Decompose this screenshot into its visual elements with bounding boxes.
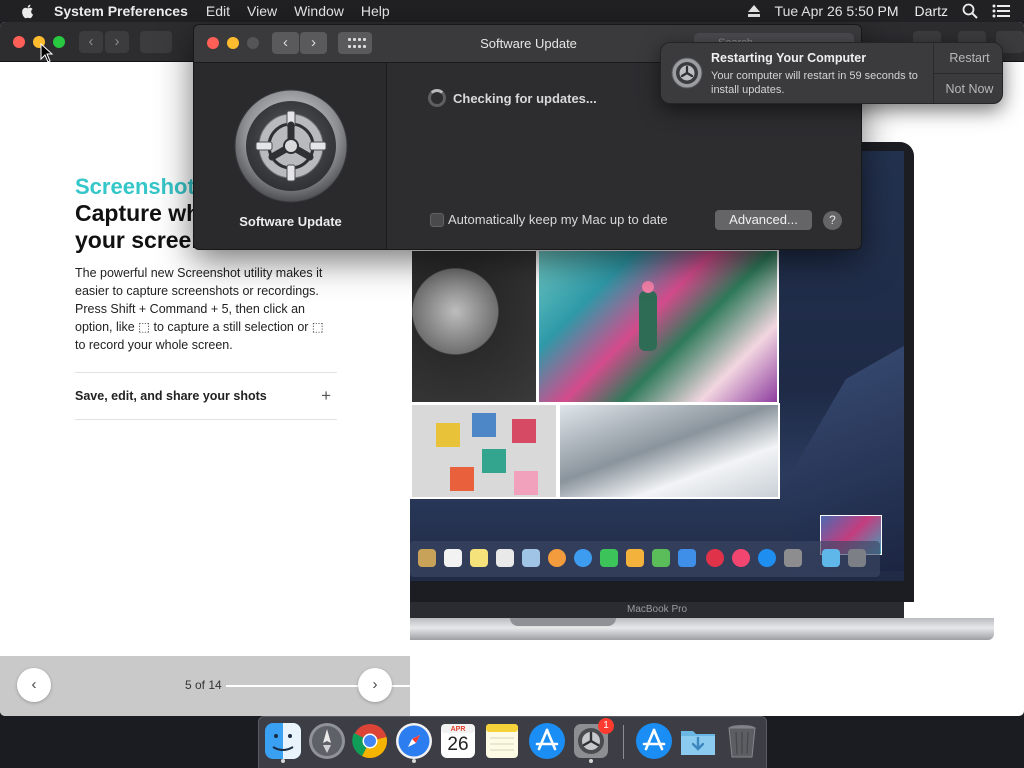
notes-icon [486, 724, 518, 758]
macbook-notch [510, 618, 616, 626]
back-button[interactable]: ‹ [79, 31, 103, 53]
restart-button[interactable]: Restart [934, 43, 1002, 74]
dock-safari[interactable] [395, 722, 433, 763]
spotlight-search-icon[interactable] [962, 3, 978, 19]
minimize-button[interactable] [227, 37, 239, 49]
pager-bar: ‹ 5 of 14 › [0, 656, 410, 716]
dock-downloads[interactable] [679, 722, 717, 760]
running-indicator [412, 759, 416, 763]
accordion-label: Save, edit, and share your shots [75, 389, 267, 403]
restart-notification[interactable]: Restarting Your Computer Your computer w… [660, 42, 1003, 104]
menu-bar: System Preferences Edit View Window Help… [0, 0, 1024, 22]
zoom-button[interactable] [53, 36, 65, 48]
screenshot-tile-cubes [410, 403, 558, 499]
close-button[interactable] [13, 36, 25, 48]
menu-app-name[interactable]: System Preferences [54, 3, 188, 19]
screenshot-tile-forest [537, 249, 779, 404]
dock: APR 26 1 [258, 716, 767, 768]
screenshot-tile-sphere [410, 249, 538, 404]
pane-title: Software Update [239, 214, 342, 229]
help-button[interactable]: ? [823, 211, 842, 230]
notification-actions: Restart Not Now [933, 43, 1002, 103]
previous-page-button[interactable]: ‹ [17, 668, 51, 702]
trash-icon [728, 725, 756, 758]
next-page-button[interactable]: › [358, 668, 392, 702]
advanced-button[interactable]: Advanced... [715, 210, 812, 230]
forward-button[interactable]: › [105, 31, 129, 53]
menu-window[interactable]: Window [294, 3, 344, 19]
macbook-base [410, 618, 994, 640]
dock-notes[interactable] [483, 722, 521, 760]
finder-icon [265, 723, 301, 759]
running-indicator [589, 759, 593, 763]
plus-icon[interactable]: + [321, 386, 331, 406]
dock-finder[interactable] [264, 722, 302, 763]
feature-eyebrow: Screenshot [75, 174, 195, 199]
divider [75, 372, 337, 373]
dock-app-store-downloads[interactable] [635, 722, 673, 760]
calendar-day: 26 [447, 734, 469, 755]
auto-update-label[interactable]: Automatically keep my Mac up to date [448, 212, 668, 227]
not-now-button[interactable]: Not Now [934, 74, 1002, 103]
forward-button[interactable]: › [300, 32, 327, 54]
safari-icon [396, 723, 432, 759]
update-status: Checking for updates... [428, 89, 597, 107]
page-count: 5 of 14 [185, 678, 222, 692]
auto-update-checkbox-row[interactable]: Automatically keep my Mac up to date [430, 212, 668, 227]
dock-system-preferences[interactable]: 1 [572, 718, 614, 763]
illustration-dock [410, 541, 880, 577]
calendar-month: APR [450, 726, 466, 733]
close-button[interactable] [207, 37, 219, 49]
dock-chrome[interactable] [351, 722, 389, 760]
auto-update-checkbox[interactable] [430, 212, 444, 227]
apple-menu-icon[interactable] [20, 3, 36, 19]
show-all-grid-button[interactable] [338, 32, 372, 54]
chrome-icon [352, 724, 387, 758]
update-status-text: Checking for updates... [453, 90, 597, 106]
dock-app-store[interactable] [528, 722, 566, 760]
sidebar-toggle-button[interactable] [140, 31, 172, 53]
app-store-icon [636, 723, 672, 759]
mouse-pointer-icon [40, 43, 54, 63]
feature-description: The powerful new Screenshot utility make… [75, 266, 324, 352]
back-button[interactable]: ‹ [272, 32, 299, 54]
software-update-sidebar: Software Update [194, 63, 387, 249]
dock-trash[interactable] [723, 722, 761, 760]
dock-separator [623, 725, 624, 759]
notification-body: Your computer will restart in 59 seconds… [711, 70, 918, 96]
macbook-label: MacBook Pro [410, 602, 904, 618]
menu-clock[interactable]: Tue Apr 26 5:50 PM [775, 3, 899, 19]
dock-launchpad[interactable] [308, 722, 346, 760]
menu-user[interactable]: Dartz [915, 3, 948, 19]
menu-view[interactable]: View [247, 3, 277, 19]
eject-icon[interactable] [747, 5, 761, 17]
screenshot-tile-mountain [558, 403, 780, 499]
software-update-gear-icon [234, 89, 348, 203]
notification-center-icon[interactable] [992, 4, 1010, 18]
progress-spinner-icon [428, 89, 446, 107]
zoom-button[interactable] [247, 37, 259, 49]
dock-calendar[interactable]: APR 26 [439, 722, 477, 760]
app-store-icon [529, 723, 565, 759]
running-indicator [281, 759, 285, 763]
notification-title: Restarting Your Computer [711, 51, 867, 65]
notification-badge: 1 [598, 718, 614, 734]
menu-help[interactable]: Help [361, 3, 390, 19]
software-update-gear-icon [671, 57, 703, 89]
accordion-save-edit-share[interactable]: Save, edit, and share your shots + [75, 384, 337, 408]
menu-edit[interactable]: Edit [206, 3, 230, 19]
divider [75, 419, 337, 420]
launchpad-icon [309, 723, 345, 759]
downloads-folder-icon [681, 731, 715, 755]
